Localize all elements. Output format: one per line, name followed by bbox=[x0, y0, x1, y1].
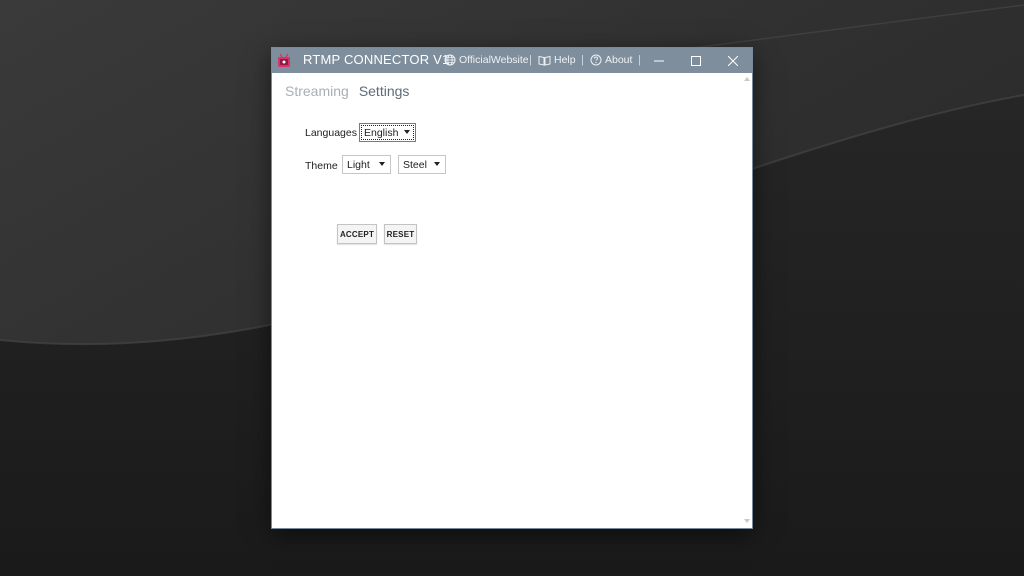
languages-label: Languages bbox=[305, 127, 357, 139]
chevron-down-icon bbox=[404, 130, 410, 134]
app-window: RTMP CONNECTOR V1 OfficialWebsite | Help… bbox=[272, 48, 752, 528]
close-icon bbox=[728, 55, 738, 66]
help-link[interactable]: Help bbox=[538, 54, 576, 66]
theme-label: Theme bbox=[305, 160, 338, 172]
chevron-down-icon bbox=[379, 162, 385, 166]
globe-icon bbox=[444, 54, 456, 66]
tab-settings[interactable]: Settings bbox=[359, 83, 410, 99]
close-button[interactable] bbox=[715, 48, 751, 73]
scroll-down-icon[interactable] bbox=[744, 519, 750, 523]
question-circle-icon bbox=[590, 54, 602, 66]
tab-streaming[interactable]: Streaming bbox=[285, 83, 349, 99]
title-separator: | bbox=[529, 54, 532, 66]
accept-button[interactable]: ACCEPT bbox=[337, 224, 377, 244]
reset-button[interactable]: RESET bbox=[384, 224, 417, 244]
theme-select[interactable]: Light bbox=[342, 155, 391, 174]
scroll-up-icon[interactable] bbox=[744, 77, 750, 81]
official-website-link[interactable]: OfficialWebsite bbox=[444, 54, 529, 66]
minimize-icon bbox=[654, 60, 664, 61]
book-icon bbox=[538, 55, 551, 66]
accent-select[interactable]: Steel bbox=[398, 155, 446, 174]
language-select[interactable]: English bbox=[359, 123, 416, 142]
title-separator: | bbox=[581, 54, 584, 66]
help-label: Help bbox=[554, 54, 576, 66]
chevron-down-icon bbox=[434, 162, 440, 166]
language-select-value: English bbox=[364, 126, 399, 139]
official-website-label: OfficialWebsite bbox=[459, 54, 529, 66]
title-bar[interactable]: RTMP CONNECTOR V1 OfficialWebsite | Help… bbox=[272, 48, 752, 73]
about-label: About bbox=[605, 54, 633, 66]
app-icon bbox=[277, 53, 293, 69]
accent-select-value: Steel bbox=[403, 158, 427, 171]
maximize-button[interactable] bbox=[678, 48, 714, 73]
minimize-button[interactable] bbox=[641, 48, 677, 73]
window-title: RTMP CONNECTOR V1 bbox=[303, 52, 450, 67]
theme-select-value: Light bbox=[347, 158, 370, 171]
maximize-icon bbox=[691, 55, 701, 66]
about-link[interactable]: About bbox=[590, 54, 632, 66]
tab-bar: Streaming Settings bbox=[285, 83, 409, 99]
